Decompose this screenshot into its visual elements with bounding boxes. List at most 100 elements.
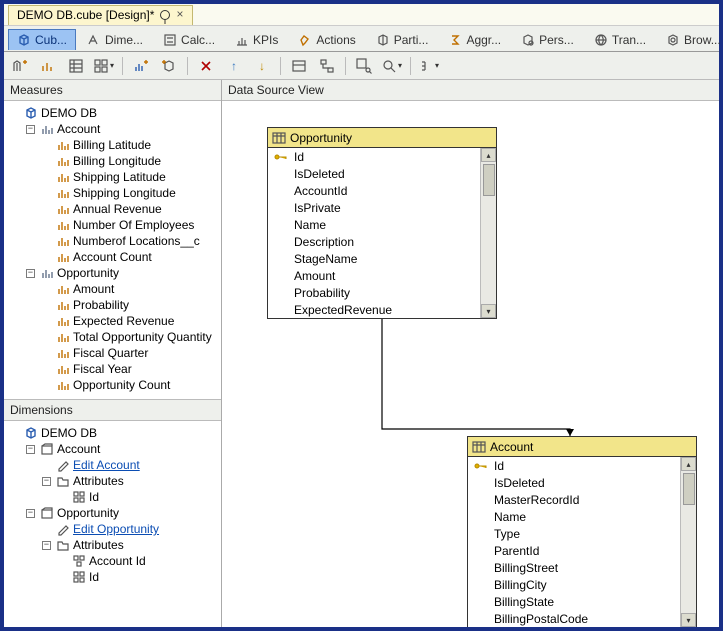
tab-kpis[interactable]: KPIs <box>226 29 287 50</box>
pin-icon[interactable] <box>160 10 170 20</box>
measure-item[interactable]: Expected Revenue <box>42 313 219 329</box>
table-column[interactable]: Name <box>268 216 496 233</box>
table-column[interactable]: ExpectedRevenue <box>268 301 496 318</box>
scroll-down-button[interactable]: ▾ <box>481 304 496 318</box>
tool-chart[interactable] <box>38 56 58 76</box>
measure-item[interactable]: Opportunity Count <box>42 377 219 393</box>
table-header[interactable]: Opportunity <box>268 128 496 148</box>
edit-link-label[interactable]: Edit Account <box>73 457 140 473</box>
scrollbar[interactable]: ▴ ▾ <box>480 148 496 318</box>
collapse-toggle[interactable]: − <box>26 125 35 134</box>
edit-dimension-link[interactable]: Edit Opportunity <box>42 521 219 537</box>
tool-add-bi[interactable] <box>10 56 30 76</box>
dimension-node[interactable]: −Account <box>26 441 219 457</box>
scroll-up-button[interactable]: ▴ <box>481 148 496 162</box>
measure-item[interactable]: Billing Longitude <box>42 153 219 169</box>
close-document-button[interactable]: × <box>176 8 183 22</box>
tool-find-table[interactable] <box>354 56 374 76</box>
table-column[interactable]: ParentId <box>468 542 696 559</box>
scroll-thumb[interactable] <box>683 473 695 505</box>
table-column[interactable]: AccountId <box>268 182 496 199</box>
tool-grid-dropdown[interactable] <box>94 56 114 76</box>
table-column[interactable]: Amount <box>268 267 496 284</box>
table-column[interactable]: BillingCity <box>468 576 696 593</box>
edit-icon <box>56 458 70 472</box>
tool-process[interactable] <box>66 56 86 76</box>
scroll-down-button[interactable]: ▾ <box>681 613 696 627</box>
collapse-toggle[interactable]: − <box>26 509 35 518</box>
tool-new-dimension[interactable] <box>159 56 179 76</box>
measure-item[interactable]: Fiscal Quarter <box>42 345 219 361</box>
table-column[interactable]: Name <box>468 508 696 525</box>
measure-item[interactable]: Fiscal Year <box>42 361 219 377</box>
attributes-node[interactable]: −Attributes <box>42 537 219 553</box>
measure-item[interactable]: Shipping Longitude <box>42 185 219 201</box>
tab-calculations[interactable]: Calc... <box>154 29 224 50</box>
table-account[interactable]: Account IdIsDeletedMasterRecordIdNameTyp… <box>467 436 697 627</box>
measure-item[interactable]: Numberof Locations__c <box>42 233 219 249</box>
tab-perspectives[interactable]: Pers... <box>512 29 583 50</box>
tool-diagram-view[interactable] <box>317 56 337 76</box>
table-column[interactable]: BillingState <box>468 593 696 610</box>
table-header[interactable]: Account <box>468 437 696 457</box>
measure-item[interactable]: Account Count <box>42 249 219 265</box>
dsv-canvas[interactable]: Opportunity IdIsDeletedAccountIdIsPrivat… <box>222 101 719 627</box>
dimension-node[interactable]: −Opportunity <box>26 505 219 521</box>
tool-zoom-dropdown[interactable] <box>382 56 402 76</box>
measure-group[interactable]: −Account <box>26 121 219 137</box>
attribute-item[interactable]: Id <box>58 569 219 585</box>
table-column[interactable]: Description <box>268 233 496 250</box>
measure-item[interactable]: Total Opportunity Quantity <box>42 329 219 345</box>
edit-dimension-link[interactable]: Edit Account <box>42 457 219 473</box>
tab-actions[interactable]: Actions <box>289 29 364 50</box>
attributes-node[interactable]: −Attributes <box>42 473 219 489</box>
table-column[interactable]: BillingStreet <box>468 559 696 576</box>
collapse-toggle[interactable]: − <box>42 477 51 486</box>
actions-icon <box>298 33 312 47</box>
table-column[interactable]: Id <box>468 457 696 474</box>
measure-item[interactable]: Billing Latitude <box>42 137 219 153</box>
tree-root[interactable]: DEMO DB <box>10 425 219 441</box>
measure-group[interactable]: −Opportunity <box>26 265 219 281</box>
table-column[interactable]: IsDeleted <box>468 474 696 491</box>
table-column[interactable]: Probability <box>268 284 496 301</box>
table-column[interactable]: IsDeleted <box>268 165 496 182</box>
tab-translations[interactable]: Tran... <box>585 29 655 50</box>
measure-item[interactable]: Amount <box>42 281 219 297</box>
measures-header: Measures <box>4 80 221 101</box>
measure-item[interactable]: Probability <box>42 297 219 313</box>
scrollbar[interactable]: ▴ ▾ <box>680 457 696 627</box>
attribute-item[interactable]: Id <box>58 489 219 505</box>
scroll-thumb[interactable] <box>483 164 495 196</box>
collapse-toggle[interactable]: − <box>42 541 51 550</box>
tab-aggregations[interactable]: Aggr... <box>439 29 510 50</box>
table-column[interactable]: IsPrivate <box>268 199 496 216</box>
scroll-up-button[interactable]: ▴ <box>681 457 696 471</box>
tab-partitions[interactable]: Parti... <box>367 29 438 50</box>
measure-item[interactable]: Number Of Employees <box>42 217 219 233</box>
table-column[interactable]: Type <box>468 525 696 542</box>
tab-cube[interactable]: Cub... <box>8 29 76 50</box>
table-column[interactable]: BillingPostalCode <box>468 610 696 627</box>
table-opportunity[interactable]: Opportunity IdIsDeletedAccountIdIsPrivat… <box>267 127 497 319</box>
tab-dimensions[interactable]: Dime... <box>78 29 152 50</box>
tool-table-view[interactable] <box>289 56 309 76</box>
tool-move-up[interactable]: ↑ <box>224 56 244 76</box>
tree-root[interactable]: DEMO DB <box>10 105 219 121</box>
tool-move-down[interactable]: ↓ <box>252 56 272 76</box>
measure-item[interactable]: Shipping Latitude <box>42 169 219 185</box>
document-tab[interactable]: DEMO DB.cube [Design]* × <box>8 5 193 25</box>
tool-new-measure[interactable] <box>131 56 151 76</box>
attribute-item[interactable]: Account Id <box>58 553 219 569</box>
tool-delete[interactable] <box>196 56 216 76</box>
measure-item[interactable]: Annual Revenue <box>42 201 219 217</box>
collapse-toggle[interactable]: − <box>26 445 35 454</box>
collapse-toggle[interactable]: − <box>26 269 35 278</box>
measure-label: Annual Revenue <box>73 201 162 217</box>
tool-tree-dropdown[interactable] <box>419 56 439 76</box>
table-column[interactable]: MasterRecordId <box>468 491 696 508</box>
edit-link-label[interactable]: Edit Opportunity <box>73 521 159 537</box>
tab-browser[interactable]: Brow... <box>657 29 723 50</box>
table-column[interactable]: Id <box>268 148 496 165</box>
table-column[interactable]: StageName <box>268 250 496 267</box>
